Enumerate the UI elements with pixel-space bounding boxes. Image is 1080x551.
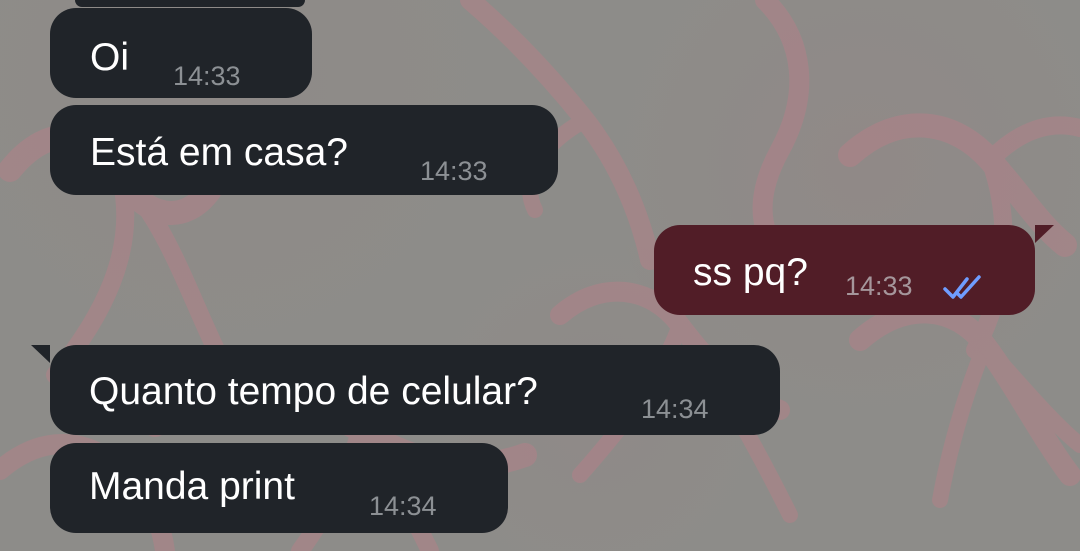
message-time: 14:33 xyxy=(845,271,913,301)
message-text: Oi xyxy=(90,36,129,79)
double-check-icon xyxy=(943,275,981,299)
message-text: Está em casa? xyxy=(90,131,348,174)
message-time: 14:34 xyxy=(369,491,437,521)
incoming-message-bubble: Quanto tempo de celular? 14:34 xyxy=(31,345,780,435)
incoming-message-bubble: Manda print 14:34 xyxy=(50,443,508,533)
message-text: Manda print xyxy=(89,465,295,508)
message-text: Quanto tempo de celular? xyxy=(89,370,538,413)
previous-message-edge xyxy=(75,0,305,7)
incoming-message-bubble: Oi 14:33 xyxy=(50,8,312,98)
outgoing-bubble-tail xyxy=(1035,225,1054,243)
message-text: ss pq? xyxy=(693,251,808,294)
message-time: 14:33 xyxy=(173,61,241,91)
incoming-message-bubble: Está em casa? 14:33 xyxy=(50,105,558,195)
outgoing-message-bubble: ss pq? 14:33 xyxy=(654,225,1054,315)
incoming-bubble-tail xyxy=(31,345,50,363)
message-time: 14:33 xyxy=(420,156,488,186)
message-time: 14:34 xyxy=(641,394,709,424)
